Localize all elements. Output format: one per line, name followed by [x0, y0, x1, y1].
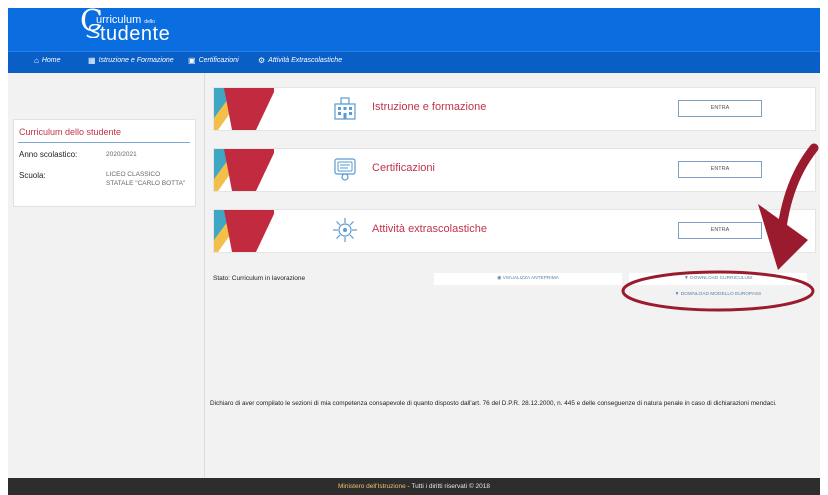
nav-istruzione-label: Istruzione e Formazione — [98, 57, 174, 64]
footer-ministero-link[interactable]: Ministero dell'Istruzione — [338, 483, 406, 490]
main-content: Istruzione e formazione ENTRA Certificaz… — [205, 73, 820, 478]
section-accent-graphic — [214, 210, 274, 252]
section-card-attivita: Attività extrascolastiche ENTRA — [213, 209, 816, 253]
nav-attivita-label: Attività Extrascolastiche — [268, 57, 343, 64]
section-title: Attività extrascolastiche — [372, 223, 487, 235]
home-icon: ⌂ — [34, 56, 39, 65]
certificate-icon — [334, 158, 356, 181]
download-europass-label: DOWNLOAD MODELLO EUROPASS — [680, 292, 762, 297]
preview-button[interactable]: ◉ VISUALIZZA ANTEPRIMA — [434, 273, 622, 285]
site-header: C urriculum dello tudente — [8, 8, 820, 51]
curriculum-studente-logo[interactable]: C urriculum dello tudente — [80, 8, 171, 50]
scuola-value: LICEO CLASSICO STATALE "CARLO BOTTA" — [106, 171, 186, 187]
download-curriculum-button[interactable]: ▼ DOWNLOAD CURRICULUM — [629, 273, 807, 285]
anno-value: 2020/2021 — [106, 151, 137, 158]
sidebar-divider — [18, 142, 190, 143]
gear-icon: ⚙ — [258, 56, 266, 65]
logo-line2: tudente — [100, 23, 171, 45]
nav-certificazioni[interactable]: ▣ Certificazioni — [188, 56, 239, 65]
entra-button-attivita[interactable]: ENTRA — [678, 222, 762, 239]
download-curriculum-label: DOWNLOAD CURRICULUM — [690, 276, 752, 281]
nav-certificazioni-label: Certificazioni — [198, 57, 239, 64]
section-card-certificazioni: Certificazioni ENTRA — [213, 148, 816, 192]
section-accent-graphic — [214, 88, 274, 130]
entra-button-certificazioni[interactable]: ENTRA — [678, 161, 762, 178]
declaration-text: Dichiaro di aver compilato le sezioni di… — [210, 400, 777, 407]
sidebar: Curriculum dello studente Anno scolastic… — [8, 73, 205, 478]
nav-home-label: Home — [41, 57, 61, 64]
nav-attivita[interactable]: ⚙ Attività Extrascolastiche — [258, 56, 342, 65]
nav-istruzione[interactable]: ▦ Istruzione e Formazione — [88, 56, 174, 65]
site-footer: Ministero dell'Istruzione - Tutti i diri… — [8, 478, 820, 495]
anno-label: Anno scolastico: — [19, 150, 78, 159]
school-building-icon — [334, 97, 356, 120]
student-info-card: Curriculum dello studente Anno scolastic… — [13, 119, 196, 207]
building-icon: ▦ — [88, 56, 96, 65]
section-title: Certificazioni — [372, 162, 435, 174]
sidebar-title: Curriculum dello studente — [19, 127, 122, 137]
download-europass-button[interactable]: ▼ DOWNLOAD MODELLO EUROPASS — [629, 289, 807, 301]
footer-rights: - Tutti i diritti riservati © 2018 — [405, 483, 490, 490]
section-title: Istruzione e formazione — [372, 101, 487, 113]
section-card-istruzione: Istruzione e formazione ENTRA — [213, 87, 816, 131]
entra-button-istruzione[interactable]: ENTRA — [678, 100, 762, 117]
nav-home[interactable]: ⌂ Home — [34, 56, 61, 65]
preview-label: VISUALIZZA ANTEPRIMA — [502, 276, 559, 281]
virus-gear-icon — [333, 218, 357, 242]
certificate-icon: ▣ — [188, 56, 196, 65]
main-nav: ⌂ Home ▦ Istruzione e Formazione ▣ Certi… — [8, 51, 820, 74]
status-text: Stato: Curriculum in lavorazione — [213, 275, 306, 282]
app-frame: C urriculum dello tudente ⌂ Home ▦ Istru… — [8, 8, 820, 495]
section-accent-graphic — [214, 149, 274, 191]
scuola-label: Scuola: — [19, 171, 46, 180]
